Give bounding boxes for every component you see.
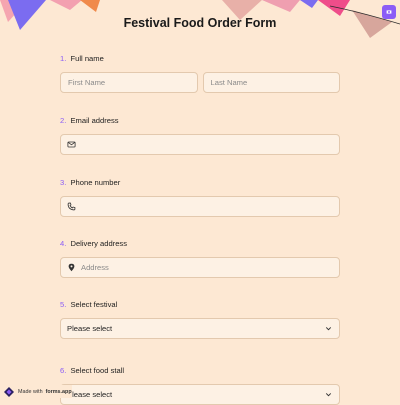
question-number: 4. — [60, 239, 67, 248]
chevron-down-icon — [324, 324, 333, 333]
food-stall-select[interactable]: Please select — [60, 384, 340, 405]
first-name-input[interactable]: First Name — [60, 72, 198, 93]
chevron-down-icon — [324, 390, 333, 399]
bunting-flag — [318, 0, 350, 16]
question-text: Delivery address — [70, 239, 128, 248]
phone-field[interactable] — [60, 196, 340, 217]
question-phone: 3. Phone number — [60, 178, 340, 217]
food-stall-select-value: Please select — [67, 390, 113, 399]
name-row: First Name Last Name — [60, 72, 340, 93]
question-label: 5. Select festival — [60, 300, 340, 309]
bunting-flag — [262, 0, 300, 12]
question-text: Phone number — [70, 178, 121, 187]
made-with-badge[interactable]: Made with forms.app — [3, 385, 72, 398]
brand-text: forms.app — [45, 388, 72, 395]
last-name-input[interactable]: Last Name — [202, 72, 340, 93]
festival-select[interactable]: Please select — [60, 318, 340, 339]
phone-icon — [67, 202, 76, 211]
question-text: Select food stall — [70, 366, 125, 375]
question-text: Email address — [70, 116, 119, 125]
made-with-text: Made with — [18, 388, 43, 395]
bunting-flag — [50, 0, 82, 10]
forms-app-logo-icon — [4, 386, 14, 397]
question-label: 4. Delivery address — [60, 239, 340, 248]
location-pin-icon — [67, 263, 76, 272]
question-label: 3. Phone number — [60, 178, 340, 187]
question-full-name: 1. Full name First Name Last Name — [60, 54, 340, 93]
bunting-flag — [80, 0, 100, 12]
festival-select-value: Please select — [67, 324, 113, 333]
question-number: 2. — [60, 116, 67, 125]
question-number: 3. — [60, 178, 67, 187]
question-number: 6. — [60, 366, 67, 375]
question-label: 6. Select food stall — [60, 366, 340, 375]
address-placeholder: Address — [81, 263, 109, 272]
question-number: 1. — [60, 54, 67, 63]
question-number: 5. — [60, 300, 67, 309]
question-label: 1. Full name — [60, 54, 340, 63]
question-text: Select festival — [70, 300, 118, 309]
form-title: Festival Food Order Form — [123, 16, 277, 30]
email-field[interactable] — [60, 134, 340, 155]
question-address: 4. Delivery address Address — [60, 239, 340, 278]
first-name-placeholder: First Name — [68, 78, 106, 87]
question-text: Full name — [70, 54, 104, 63]
question-email: 2. Email address — [60, 116, 340, 155]
question-food-stall: 6. Select food stall Please select — [60, 366, 340, 405]
mail-icon — [67, 140, 76, 149]
palette-icon — [386, 10, 392, 14]
address-field[interactable]: Address — [60, 257, 340, 278]
question-festival: 5. Select festival Please select — [60, 300, 340, 339]
question-label: 2. Email address — [60, 116, 340, 125]
last-name-placeholder: Last Name — [210, 78, 248, 87]
bunting-flag — [300, 0, 318, 8]
